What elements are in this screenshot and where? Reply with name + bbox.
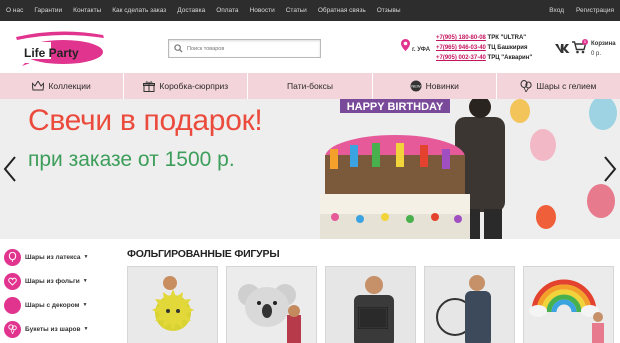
header: Life Party г. УФА +7(905) 180-80-08 ТРК … (0, 21, 620, 73)
nav-item-label: Новинки (425, 81, 459, 91)
register-link[interactable]: Регистрация (570, 7, 620, 14)
sidebar-item-foil[interactable]: Шары из фольги ▼ (0, 269, 118, 293)
location-pin-icon (401, 39, 410, 51)
slider-prev-arrow-icon[interactable] (3, 156, 17, 182)
chevron-down-icon: ▼ (82, 302, 88, 308)
phone-number[interactable]: +7(905) 002-37-40 (436, 55, 486, 61)
sidebar-item-decor[interactable]: Шары с декором ▼ (0, 293, 118, 317)
banner-subline: при заказе от 1500 р. (28, 148, 235, 171)
logo-text: Life Party (24, 46, 79, 60)
nav-item-label: Пати-боксы (287, 81, 333, 91)
category-sidebar: Шары из латекса ▼ Шары из фольги ▼ Шары … (0, 245, 118, 341)
phone-row: +7(965) 946-03-40 ТЦ Башкирия (436, 43, 532, 53)
new-badge-icon: NEW (410, 80, 422, 92)
top-link-about[interactable]: О нас (0, 7, 29, 14)
product-image (227, 267, 316, 343)
top-links: О нас Гарантии Контакты Как сделать зака… (0, 0, 406, 21)
top-link-news[interactable]: Новости (244, 7, 280, 14)
phone-list: +7(905) 180-80-08 ТРК "ULTRA" +7(965) 94… (436, 33, 532, 63)
svg-text:NEW: NEW (411, 84, 421, 89)
nav-item-label: Шары с гелием (536, 81, 597, 91)
product-image (425, 267, 514, 343)
top-link-how-to-order[interactable]: Как сделать заказ (107, 7, 172, 14)
login-link[interactable]: Вход (543, 7, 570, 14)
top-link-guarantees[interactable]: Гарантии (29, 7, 68, 14)
cart-sum: 0 р. (591, 51, 602, 57)
phone-number[interactable]: +7(905) 180-80-08 (436, 35, 486, 41)
product-card[interactable] (226, 266, 317, 343)
chevron-down-icon: ▼ (83, 326, 89, 332)
search-box (168, 39, 321, 58)
nav-item-label: Коллекции (48, 81, 91, 91)
slider-next-arrow-icon[interactable] (603, 156, 617, 182)
promo-banner[interactable]: Свечи в подарок! при заказе от 1500 р. H… (0, 99, 620, 239)
sidebar-item-label: Шары из фольги (25, 277, 80, 285)
phone-place: ТРЦ "Акварин" (487, 55, 533, 61)
sidebar-item-label: Шары из латекса (25, 253, 81, 261)
vk-icon[interactable] (555, 41, 570, 53)
top-link-articles[interactable]: Статьи (280, 7, 312, 14)
product-card[interactable] (523, 266, 614, 343)
happy-birthday-balloon: HAPPY BIRTHDAY (347, 101, 444, 113)
balloon-bouquet-icon (4, 320, 21, 338)
phone-place: ТРК "ULTRA" (487, 35, 527, 41)
product-image (524, 267, 613, 343)
product-card[interactable] (127, 266, 218, 343)
phone-place: ТЦ Башкирия (487, 45, 528, 51)
latex-balloon-icon (4, 248, 21, 266)
decor-balloon-icon (4, 296, 21, 314)
cart-label: Корзина (591, 41, 616, 47)
chevron-down-icon: ▼ (83, 254, 89, 260)
phone-number[interactable]: +7(965) 946-03-40 (436, 45, 486, 51)
product-image (326, 267, 415, 343)
banner-headline: Свечи в подарок! (28, 104, 263, 137)
city-selector[interactable]: г. УФА (401, 37, 430, 53)
product-card[interactable] (325, 266, 416, 343)
top-link-payment[interactable]: Оплата (211, 7, 244, 14)
nav-item-party-boxes[interactable]: Пати-боксы (248, 73, 373, 99)
banner-balloon-text: HAPPY BIRTHDAY (347, 101, 444, 113)
crown-icon (32, 81, 45, 91)
city-label: г. УФА (412, 47, 431, 53)
search-input[interactable] (187, 45, 315, 52)
phone-row: +7(905) 180-80-08 ТРК "ULTRA" (436, 33, 532, 43)
nav-item-surprise-box[interactable]: Коробка-сюрприз (124, 73, 249, 99)
product-grid (127, 266, 620, 343)
top-link-feedback[interactable]: Обратная связь (312, 7, 371, 14)
sidebar-item-latex[interactable]: Шары из латекса ▼ (0, 245, 118, 269)
nav-item-helium-balloons[interactable]: Шары с гелием (497, 73, 620, 99)
section-title: ФОЛЬГИРОВАННЫЕ ФИГУРЫ (127, 248, 280, 260)
nav-item-collections[interactable]: Коллекции (0, 73, 125, 99)
cart[interactable]: 0 Корзина 0 р. (572, 36, 620, 66)
logo-graphic: Life Party (16, 31, 104, 66)
main-nav: Коллекции Коробка-сюрприз Пати-боксы NEW… (0, 73, 620, 99)
foil-heart-balloon-icon (4, 272, 21, 290)
auth-links: Вход Регистрация (543, 0, 620, 21)
top-link-contacts[interactable]: Контакты (68, 7, 107, 14)
cart-count-badge: 0 (582, 39, 588, 45)
search-icon[interactable] (169, 40, 187, 57)
product-card[interactable] (424, 266, 515, 343)
phone-row: +7(905) 002-37-40 ТРЦ "Акварин" (436, 53, 532, 63)
nav-item-new[interactable]: NEW Новинки (373, 73, 497, 99)
balloons-icon (520, 80, 533, 92)
top-bar: О нас Гарантии Контакты Как сделать зака… (0, 0, 620, 21)
sidebar-item-label: Шары с декором (25, 301, 80, 309)
chevron-down-icon: ▼ (82, 278, 88, 284)
sidebar-item-bouquets[interactable]: Букеты из шаров ▼ (0, 317, 118, 341)
top-link-delivery[interactable]: Доставка (172, 7, 211, 14)
top-link-reviews[interactable]: Отзывы (371, 7, 406, 14)
sidebar-item-label: Букеты из шаров (25, 325, 81, 333)
product-image (128, 267, 217, 343)
gift-box-icon (143, 80, 156, 92)
nav-item-label: Коробка-сюрприз (159, 81, 229, 91)
site-logo[interactable]: Life Party (11, 29, 107, 66)
